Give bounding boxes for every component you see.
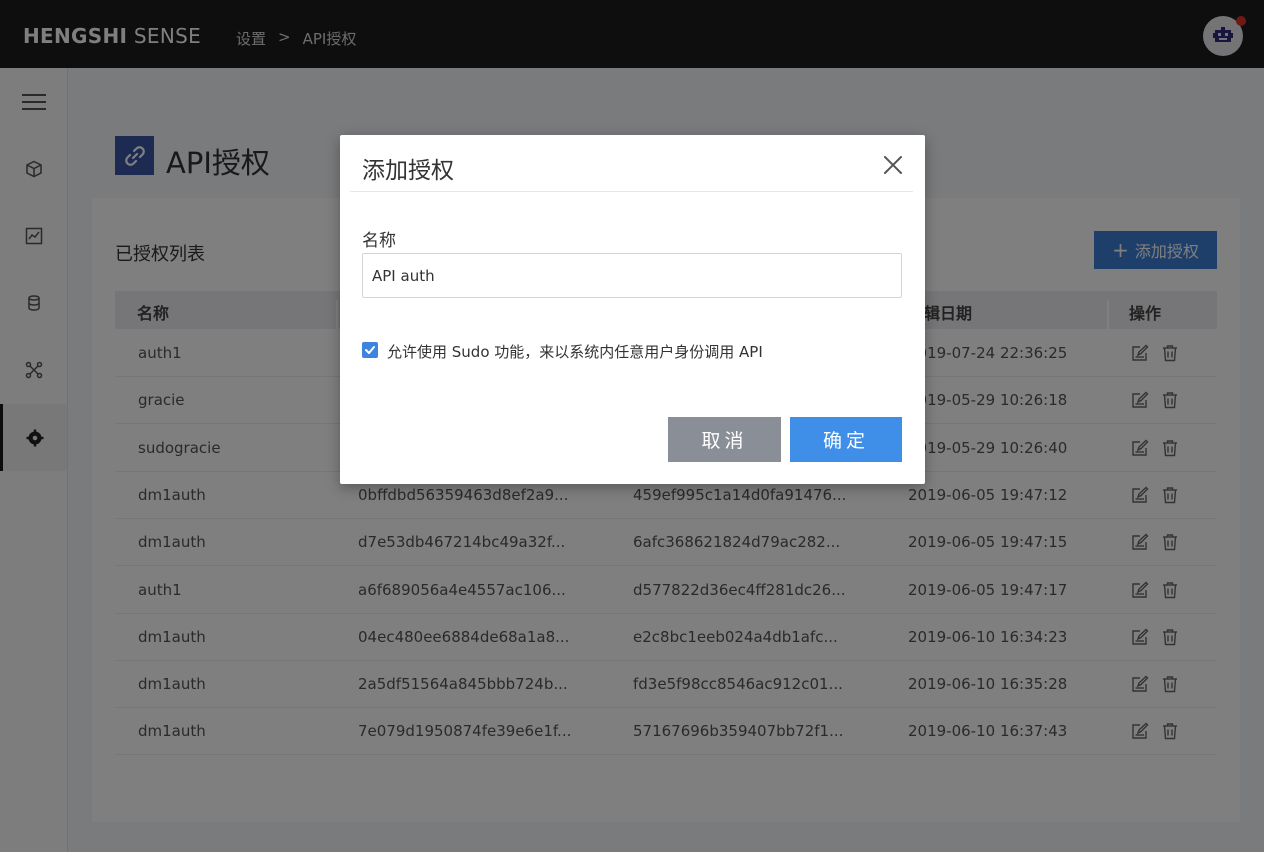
name-input[interactable] [362,253,902,298]
sudo-checkbox[interactable] [362,342,378,358]
add-authorization-dialog: 添加授权 名称 允许使用 Sudo 功能，来以系统内任意用户身份调用 API 取… [340,135,925,484]
close-button[interactable] [881,153,905,177]
close-icon [884,156,902,174]
cancel-button[interactable]: 取消 [668,417,781,462]
dialog-title: 添加授权 [362,158,454,184]
confirm-button[interactable]: 确定 [790,417,902,462]
sudo-checkbox-label[interactable]: 允许使用 Sudo 功能，来以系统内任意用户身份调用 API [387,341,763,362]
name-field-label: 名称 [362,231,396,251]
checkmark-icon [365,346,375,354]
dialog-divider [350,191,913,192]
